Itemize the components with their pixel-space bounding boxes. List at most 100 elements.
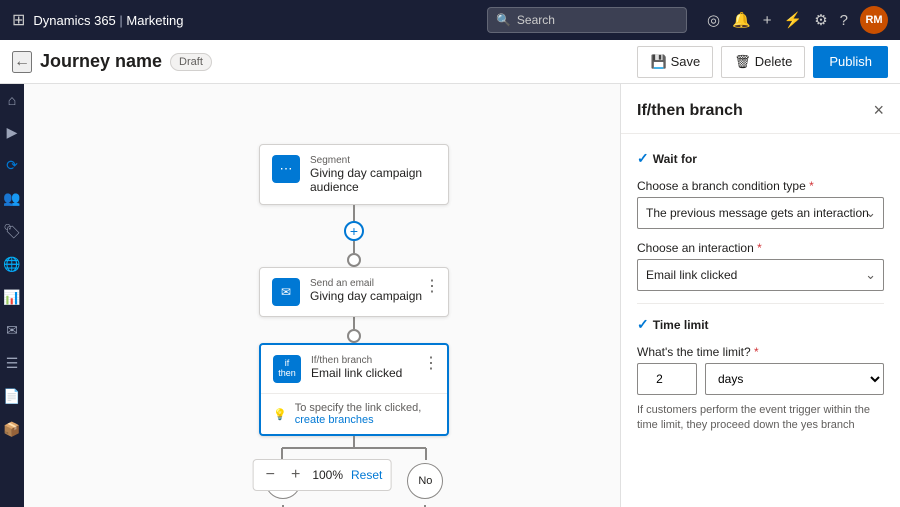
interaction-label: Choose an interaction * (637, 241, 884, 255)
panel-close-button[interactable]: × (873, 100, 884, 121)
search-placeholder: Search (517, 13, 555, 27)
filter-icon[interactable]: ⚡ (784, 11, 803, 29)
segment-icon: ⋯ (272, 155, 300, 183)
back-button[interactable]: ← (12, 51, 32, 73)
branch-node-type: If/then branch (311, 355, 435, 366)
module-name: Marketing (126, 13, 183, 28)
plus-icon[interactable]: + (763, 12, 772, 29)
branch-node-name: Email link clicked (311, 366, 435, 380)
sidebar-journey-icon[interactable]: ⟳ (6, 157, 18, 174)
sidebar-document-icon[interactable]: 📄 (3, 388, 20, 405)
sidebar-people-icon[interactable]: 👥 (3, 190, 20, 207)
node-connector-circle (347, 329, 361, 343)
nav-right-icons: ◎ 🔔 + ⚡ ⚙ ? RM (707, 6, 888, 34)
delete-icon: 🗑 (734, 54, 751, 70)
no-arm: No + 🚩 Exit (407, 463, 444, 507)
journey-canvas[interactable]: ⋯ Segment Giving day campaign audience +… (24, 84, 620, 507)
sidebar-globe-icon[interactable]: 🌐 (3, 256, 20, 273)
split-connector-svg (254, 436, 454, 460)
secondary-toolbar: ← Journey name Draft 💾 Save 🗑 Delete Pub… (0, 40, 900, 84)
sidebar-list-icon[interactable]: ☰ (6, 355, 19, 372)
email-icon: ✉ (272, 278, 300, 306)
delete-button[interactable]: 🗑 Delete (721, 46, 805, 78)
sidebar-email-icon[interactable]: ✉ (6, 322, 18, 339)
node-connector-circle (347, 253, 361, 267)
panel-body: Wait for Choose a branch condition type … (621, 134, 900, 450)
branch-node[interactable]: ifthen If/then branch Email link clicked… (259, 343, 449, 436)
sidebar-box-icon[interactable]: 📦 (3, 421, 20, 438)
condition-type-select[interactable]: The previous message gets an interaction (637, 197, 884, 229)
email-node-type: Send an email (310, 278, 436, 289)
time-number-input[interactable] (637, 363, 697, 395)
delete-label: Delete (755, 54, 793, 69)
wait-for-title: Wait for (637, 150, 884, 167)
bell-icon[interactable]: 🔔 (732, 11, 751, 29)
publish-label: Publish (829, 54, 872, 69)
branch-hint: To specify the link clicked, create bran… (295, 402, 435, 426)
help-icon[interactable]: ? (840, 12, 848, 29)
email-node-menu[interactable]: ⋮ (424, 276, 440, 296)
sidebar-chart-icon[interactable]: 📊 (3, 289, 20, 306)
grid-icon[interactable]: ⊞ (12, 10, 25, 30)
condition-type-wrapper: The previous message gets an interaction (637, 197, 884, 229)
left-sidebar: ⌂ ▶ ⟳ 👥 🏷 🌐 📊 ✉ ☰ 📄 📦 (0, 84, 24, 507)
zoom-out-button[interactable]: − (262, 464, 279, 486)
save-button[interactable]: 💾 Save (637, 46, 713, 78)
app-logo: Dynamics 365 | Marketing (33, 13, 183, 28)
save-icon: 💾 (650, 54, 666, 70)
sidebar-play-icon[interactable]: ▶ (7, 124, 18, 141)
email-node-content: Send an email Giving day campaign (310, 278, 436, 303)
add-node-button-1[interactable]: + (344, 221, 364, 241)
connector-line (353, 205, 355, 221)
interaction-select[interactable]: Email link clicked (637, 259, 884, 291)
create-branches-link[interactable]: create branches (295, 414, 374, 426)
settings-icon[interactable]: ⚙ (814, 11, 827, 29)
time-input-row: minuteshoursdaysweeks (637, 363, 884, 395)
target-icon[interactable]: ◎ (707, 11, 720, 29)
publish-button[interactable]: Publish (813, 46, 888, 78)
condition-type-label: Choose a branch condition type * (637, 179, 884, 193)
branch-footer: 💡 To specify the link clicked, create br… (261, 393, 447, 434)
save-label: Save (671, 54, 701, 69)
segment-node-name: Giving day campaign audience (310, 166, 436, 194)
avatar[interactable]: RM (860, 6, 888, 34)
panel-header: If/then branch × (621, 84, 900, 134)
branch-node-content: If/then branch Email link clicked (311, 355, 435, 380)
time-limit-section: Time limit What's the time limit? * minu… (637, 316, 884, 434)
sidebar-home-icon[interactable]: ⌂ (8, 92, 16, 108)
sidebar-tag-icon[interactable]: 🏷 (3, 223, 21, 240)
connector-line (353, 317, 355, 329)
zoom-level: 100% (312, 468, 343, 482)
branch-header: ifthen If/then branch Email link clicked… (261, 345, 447, 393)
segment-node-container: ⋯ Segment Giving day campaign audience +… (254, 144, 454, 507)
interaction-wrapper: Email link clicked (637, 259, 884, 291)
app-name-text: Dynamics 365 (33, 13, 115, 28)
zoom-controls: − + 100% Reset (253, 459, 392, 491)
page-title: Journey name (40, 51, 162, 72)
search-icon: 🔍 (496, 13, 511, 27)
zoom-in-button[interactable]: + (287, 464, 304, 486)
segment-node[interactable]: ⋯ Segment Giving day campaign audience (259, 144, 449, 205)
time-limit-title: Time limit (637, 316, 884, 333)
branch-node-menu[interactable]: ⋮ (423, 353, 439, 373)
top-navigation: ⊞ Dynamics 365 | Marketing 🔍 Search ◎ 🔔 … (0, 0, 900, 40)
section-divider (637, 303, 884, 304)
draft-badge: Draft (170, 53, 212, 71)
zoom-reset-button[interactable]: Reset (351, 468, 382, 482)
connector-line (353, 241, 355, 253)
search-bar[interactable]: 🔍 Search (487, 7, 687, 33)
segment-node-content: Segment Giving day campaign audience (310, 155, 436, 194)
email-node-name: Giving day campaign (310, 289, 436, 303)
time-limit-hint: If customers perform the event trigger w… (637, 403, 884, 434)
no-badge: No (407, 463, 443, 499)
bulb-icon: 💡 (273, 408, 287, 421)
panel-title: If/then branch (637, 102, 743, 120)
branch-icon: ifthen (273, 355, 301, 383)
email-node[interactable]: ✉ Send an email Giving day campaign ⋮ (259, 267, 449, 317)
toolbar-right: 💾 Save 🗑 Delete Publish (637, 46, 888, 78)
right-panel: If/then branch × Wait for Choose a branc… (620, 84, 900, 507)
avatar-initials: RM (865, 14, 882, 26)
segment-node-type: Segment (310, 155, 436, 166)
time-unit-select[interactable]: minuteshoursdaysweeks (705, 363, 884, 395)
time-limit-label: What's the time limit? * (637, 345, 884, 359)
